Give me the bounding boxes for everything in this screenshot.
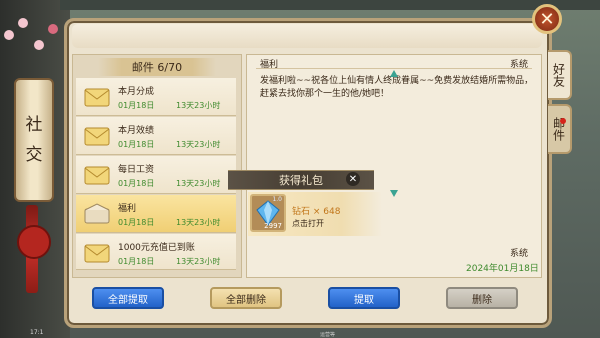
blossom-decoration <box>48 24 58 34</box>
tab-mail[interactable]: 邮件 <box>548 104 572 154</box>
delete-label: 删除 <box>472 294 492 306</box>
mail-title: 福利 <box>118 204 137 214</box>
gift-open-hint[interactable]: 点击打开 <box>292 218 324 229</box>
marker-triangle-icon <box>390 190 398 197</box>
gift-item-count: 2997 <box>264 222 282 230</box>
mail-title: 1000元充值已到账 <box>118 243 195 253</box>
gift-item-level: 1.0 <box>272 196 282 203</box>
mail-remaining: 13天23小时 <box>176 179 221 188</box>
list-item[interactable]: 每日工资 01月18日 13天23小时 <box>76 156 236 194</box>
mail-date: 01月18日 <box>118 140 155 149</box>
list-item[interactable]: 1000元充值已到账 01月18日 13天23小时 <box>76 234 236 270</box>
claim-button[interactable]: 提取 <box>328 287 400 309</box>
top-strip <box>60 0 600 10</box>
mail-remaining: 13天23小时 <box>176 101 221 110</box>
envelope-icon <box>84 244 110 263</box>
claim-label: 提取 <box>354 294 374 306</box>
mail-remaining: 13天23小时 <box>176 218 221 227</box>
blossom-decoration <box>34 40 44 50</box>
status-marker: 运营等 <box>320 332 336 338</box>
social-scroll-title: 社 交 <box>14 78 54 202</box>
mail-sent-date: 2024年01月18日 <box>466 264 539 274</box>
tab-friends-label: 好友 <box>551 63 566 87</box>
claim-all-label: 全部提取 <box>108 294 148 306</box>
close-button[interactable]: ✕ <box>532 4 562 34</box>
mail-date: 01月18日 <box>118 257 155 266</box>
mail-list-header: 邮件 6/70 <box>98 58 216 76</box>
blossom-decoration <box>18 18 28 28</box>
blossom-decoration <box>4 30 14 40</box>
gift-item-name: 钻石 × 648 <box>292 207 341 217</box>
gift-banner-label: 获得礼包 <box>279 174 323 187</box>
mail-body: 发福利啦~~祝各位上仙有情人终成眷属~~免费发放结婚所需物品， 赶紧去找你那个一… <box>260 75 536 101</box>
mail-body-line-2: 赶紧去找你那个一生的他/她吧！ <box>260 89 390 99</box>
delete-all-button[interactable]: 全部删除 <box>210 287 282 309</box>
social-char-1: 社 <box>25 115 43 135</box>
gift-close-button[interactable]: ✕ <box>346 172 360 186</box>
close-icon: ✕ <box>539 8 555 30</box>
divider <box>256 68 532 69</box>
list-item-selected[interactable]: 福利 01月18日 13天23小时 <box>76 195 236 233</box>
mail-date: 01月18日 <box>118 218 155 227</box>
delete-all-label: 全部删除 <box>226 294 266 306</box>
social-char-2: 交 <box>25 145 43 165</box>
list-item[interactable]: 本月效绩 01月18日 13天23小时 <box>76 117 236 155</box>
mail-remaining: 13天23小时 <box>176 257 221 266</box>
mail-title: 本月分成 <box>118 87 155 97</box>
mail-date: 01月18日 <box>118 179 155 188</box>
mail-signature: 系统 <box>510 249 529 259</box>
mail-remaining: 13天23小时 <box>176 140 221 149</box>
notification-dot <box>560 118 566 124</box>
gift-item-slot[interactable]: 1.0 2997 <box>250 194 286 232</box>
tab-friends[interactable]: 好友 <box>548 50 572 100</box>
delete-button[interactable]: 删除 <box>446 287 518 309</box>
knot-decoration <box>17 225 51 259</box>
status-time: 17:1 <box>30 329 44 336</box>
panel-header-bar <box>72 24 542 48</box>
envelope-icon <box>84 127 110 146</box>
close-icon: ✕ <box>348 173 358 185</box>
mail-title: 每日工资 <box>118 165 155 175</box>
mail-date: 01月18日 <box>118 101 155 110</box>
marker-triangle-icon <box>390 70 398 77</box>
envelope-icon <box>84 166 110 185</box>
envelope-icon <box>84 88 110 107</box>
mail-title: 本月效绩 <box>118 126 155 136</box>
open-envelope-icon <box>84 203 110 224</box>
mail-body-line-1: 发福利啦~~祝各位上仙有情人终成眷属~~免费发放结婚所需物品， <box>260 76 534 86</box>
list-item[interactable]: 本月分成 01月18日 13天23小时 <box>76 78 236 116</box>
claim-all-button[interactable]: 全部提取 <box>92 287 164 309</box>
